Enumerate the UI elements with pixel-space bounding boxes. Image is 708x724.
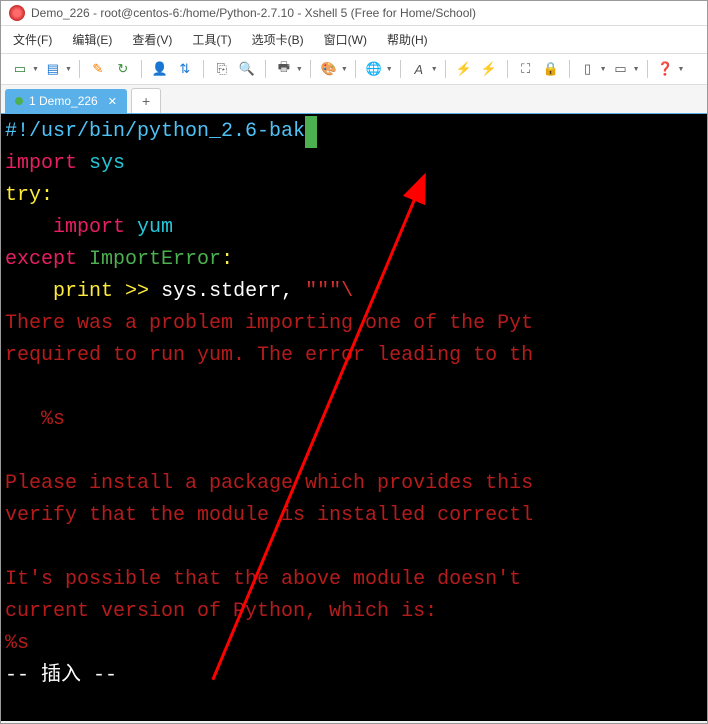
separator [445,60,446,78]
tab-bar: 1 Demo_226 ✕ + [1,85,707,114]
new-session-icon[interactable]: ▭ [9,58,31,80]
code-err1: There was a problem importing one of the… [5,312,533,335]
code-import: import [5,152,77,175]
menu-edit[interactable]: 编辑(E) [68,29,116,50]
code-import2: import [53,216,125,239]
script-icon[interactable]: ⚡ [453,58,475,80]
tile-v-icon[interactable]: ▭ [610,58,632,80]
open-icon[interactable]: ▤ [42,58,64,80]
code-err5: verify that the module is installed corr… [5,504,533,527]
globe-icon[interactable]: 🌐 [363,58,385,80]
vim-status: -- 插入 -- [5,664,117,687]
add-tab-button[interactable]: + [131,88,161,113]
separator [203,60,204,78]
code-err3: %s [5,408,65,431]
dropdown-icon[interactable]: ▼ [296,66,303,73]
transfer-icon[interactable]: ⇅ [174,58,196,80]
code-shebang: #!/usr/bin/python_2.6-bak [5,120,305,143]
code-err6: It's possible that the above module does… [5,568,533,591]
menu-file[interactable]: 文件(F) [9,29,56,50]
separator [265,60,266,78]
code-sys: sys [89,152,125,175]
disconnect-icon[interactable]: ✎ [87,58,109,80]
dropdown-icon[interactable]: ▼ [341,66,348,73]
separator [400,60,401,78]
code-err7: current version of Python, which is: [5,600,437,623]
dropdown-icon[interactable]: ▼ [386,66,393,73]
tab-label: 1 Demo_226 [29,94,98,108]
code-try: try [5,184,41,207]
separator [355,60,356,78]
code-err4: Please install a package which provides … [5,472,533,495]
dropdown-icon[interactable]: ▼ [65,66,72,73]
terminal-view[interactable]: #!/usr/bin/python_2.6-bak import sys try… [1,114,707,721]
dropdown-icon[interactable]: ▼ [32,66,39,73]
separator [647,60,648,78]
print-icon[interactable]: 🖶 [273,58,295,80]
dropdown-icon[interactable]: ▼ [633,66,640,73]
menu-window[interactable]: 窗口(W) [320,29,371,50]
separator [141,60,142,78]
window-title: Demo_226 - root@centos-6:/home/Python-2.… [31,6,476,20]
tile-h-icon[interactable]: ▯ [577,58,599,80]
menu-tabs[interactable]: 选项卡(B) [248,29,308,50]
code-colon2: : [221,248,233,271]
code-colon: : [41,184,53,207]
separator [79,60,80,78]
code-comma: , [281,280,293,303]
menu-tools[interactable]: 工具(T) [188,29,235,50]
code-quote: """\ [305,280,353,303]
profile-icon[interactable]: 👤 [149,58,171,80]
app-icon [9,5,25,21]
window-titlebar: Demo_226 - root@centos-6:/home/Python-2.… [1,1,707,26]
code-except: except [5,248,77,271]
code-err8: %s [5,632,29,655]
code-arrow: >> [125,280,149,303]
code-yum: yum [137,216,173,239]
code-importerror: ImportError [89,248,221,271]
code-err2: required to run yum. The error leading t… [5,344,533,367]
font-icon[interactable]: A [408,58,430,80]
menu-help[interactable]: 帮助(H) [383,29,432,50]
reconnect-icon[interactable]: ↻ [112,58,134,80]
lock-icon[interactable]: 🔒 [540,58,562,80]
dropdown-icon[interactable]: ▼ [600,66,607,73]
annotation-arrow [1,114,707,721]
code-stderr: sys.stderr [161,280,281,303]
connection-status-icon [15,97,23,105]
script2-icon[interactable]: ⚡ [478,58,500,80]
search-icon[interactable]: 🔍 [236,58,258,80]
cursor [305,116,317,148]
fullscreen-icon[interactable]: ⛶ [515,58,537,80]
palette-icon[interactable]: 🎨 [318,58,340,80]
dropdown-icon[interactable]: ▼ [678,66,685,73]
menu-bar: 文件(F) 编辑(E) 查看(V) 工具(T) 选项卡(B) 窗口(W) 帮助(… [1,26,707,54]
toolbar: ▭ ▼ ▤ ▼ ✎ ↻ 👤 ⇅ ⎘ 🔍 🖶 ▼ 🎨 ▼ 🌐 ▼ A ▼ ⚡ ⚡ … [1,54,707,85]
tab-demo226[interactable]: 1 Demo_226 ✕ [5,89,127,113]
separator [569,60,570,78]
code-print: print [53,280,113,303]
help-icon[interactable]: ❓ [655,58,677,80]
menu-view[interactable]: 查看(V) [128,29,176,50]
close-tab-icon[interactable]: ✕ [108,95,117,108]
copy-icon[interactable]: ⎘ [211,58,233,80]
separator [310,60,311,78]
dropdown-icon[interactable]: ▼ [431,66,438,73]
separator [507,60,508,78]
